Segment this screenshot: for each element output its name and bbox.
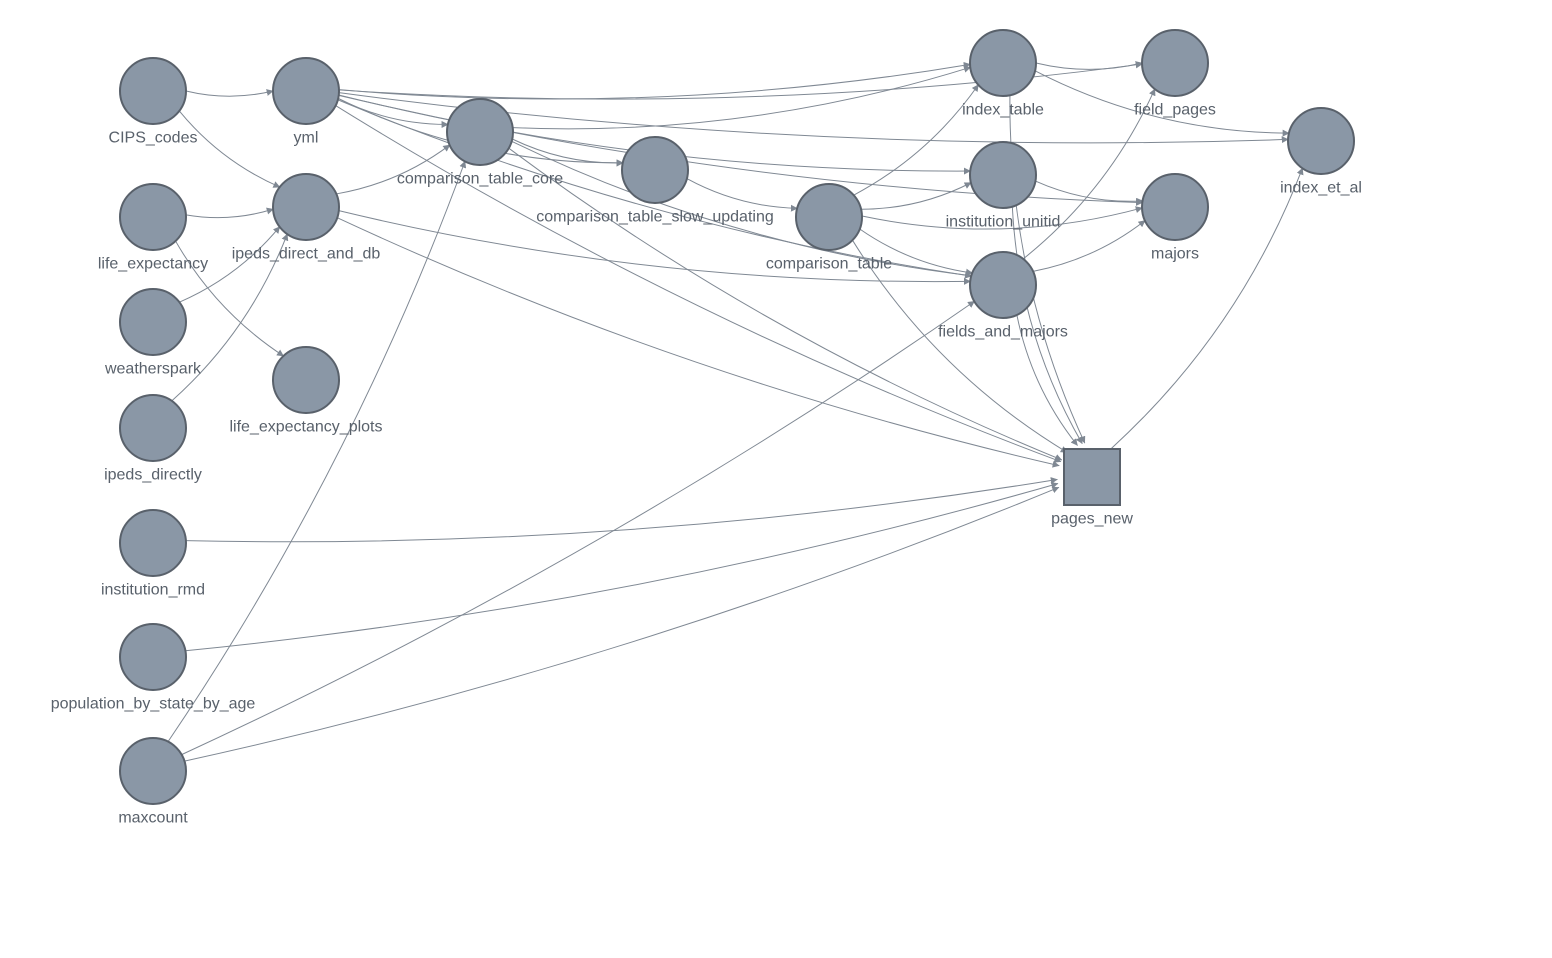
- node-life_expectancy[interactable]: life_expectancy: [98, 184, 208, 272]
- node-label-ipeds_directly: ipeds_directly: [104, 466, 202, 483]
- node-maxcount[interactable]: maxcount: [118, 738, 188, 826]
- node-shape-pages_new[interactable]: [1064, 449, 1120, 505]
- node-fields_and_majors[interactable]: fields_and_majors: [938, 252, 1068, 340]
- node-label-institution_rmd: institution_rmd: [101, 581, 205, 598]
- node-label-CIPS_codes: CIPS_codes: [109, 129, 198, 146]
- edge-institution_rmd-pages_new: [186, 479, 1057, 541]
- node-index_table[interactable]: index_table: [962, 30, 1044, 118]
- node-shape-CIPS_codes[interactable]: [120, 58, 186, 124]
- node-shape-ipeds_directly[interactable]: [120, 395, 186, 461]
- node-shape-population_by_state_by_age[interactable]: [120, 624, 186, 690]
- node-label-comparison_table: comparison_table: [766, 255, 892, 272]
- node-label-fields_and_majors: fields_and_majors: [938, 323, 1068, 340]
- node-shape-ipeds_direct_and_db[interactable]: [273, 174, 339, 240]
- node-ipeds_direct_and_db[interactable]: ipeds_direct_and_db: [232, 174, 381, 262]
- node-shape-weatherspark[interactable]: [120, 289, 186, 355]
- node-label-population_by_state_by_age: population_by_state_by_age: [51, 695, 256, 712]
- node-label-comparison_table_core: comparison_table_core: [397, 170, 563, 187]
- node-life_expectancy_plots[interactable]: life_expectancy_plots: [230, 347, 383, 435]
- node-shape-comparison_table_slow_updating[interactable]: [622, 137, 688, 203]
- node-shape-index_et_al[interactable]: [1288, 108, 1354, 174]
- node-comparison_table_slow_updating[interactable]: comparison_table_slow_updating: [536, 137, 774, 225]
- node-label-weatherspark: weatherspark: [104, 360, 202, 377]
- node-label-index_et_al: index_et_al: [1280, 179, 1362, 196]
- node-CIPS_codes[interactable]: CIPS_codes: [109, 58, 198, 146]
- node-shape-yml[interactable]: [273, 58, 339, 124]
- node-shape-comparison_table_core[interactable]: [447, 99, 513, 165]
- node-label-majors: majors: [1151, 245, 1199, 262]
- node-label-index_table: index_table: [962, 101, 1044, 118]
- node-label-maxcount: maxcount: [118, 809, 188, 826]
- edge-comparison_table_slow_updating-comparison_table: [687, 179, 797, 209]
- node-yml[interactable]: yml: [273, 58, 339, 146]
- node-shape-index_table[interactable]: [970, 30, 1036, 96]
- node-shape-maxcount[interactable]: [120, 738, 186, 804]
- edge-life_expectancy-ipeds_direct_and_db: [186, 209, 273, 217]
- edges-layer: [168, 63, 1302, 761]
- node-shape-fields_and_majors[interactable]: [970, 252, 1036, 318]
- node-comparison_table_core[interactable]: comparison_table_core: [397, 99, 563, 187]
- node-label-comparison_table_slow_updating: comparison_table_slow_updating: [536, 208, 774, 225]
- node-label-life_expectancy_plots: life_expectancy_plots: [230, 418, 383, 435]
- node-comparison_table[interactable]: comparison_table: [766, 184, 892, 272]
- edge-yml-pages_new: [336, 106, 1061, 462]
- edge-population_by_state_by_age-pages_new: [185, 484, 1057, 651]
- edge-CIPS_codes-ipeds_direct_and_db: [179, 111, 279, 187]
- node-shape-majors[interactable]: [1142, 174, 1208, 240]
- node-label-pages_new: pages_new: [1051, 510, 1133, 527]
- node-shape-comparison_table[interactable]: [796, 184, 862, 250]
- node-majors[interactable]: majors: [1142, 174, 1208, 262]
- node-institution_rmd[interactable]: institution_rmd: [101, 510, 205, 598]
- nodes-layer: CIPS_codes yml life_expectancy weatherspark…: [51, 30, 1362, 826]
- node-population_by_state_by_age[interactable]: population_by_state_by_age: [51, 624, 256, 712]
- edge-CIPS_codes-yml: [186, 91, 273, 96]
- node-label-yml: yml: [294, 129, 319, 146]
- node-label-field_pages: field_pages: [1134, 101, 1216, 118]
- edge-comparison_table-institution_unitid: [861, 183, 971, 210]
- node-label-institution_unitid: institution_unitid: [946, 213, 1061, 230]
- dependency-graph: CIPS_codes yml life_expectancy weatherspark…: [0, 0, 1552, 958]
- edge-index_table-field_pages: [1036, 63, 1142, 69]
- node-label-life_expectancy: life_expectancy: [98, 255, 208, 272]
- edge-ipeds_direct_and_db-pages_new: [337, 218, 1059, 466]
- node-index_et_al[interactable]: index_et_al: [1280, 108, 1362, 196]
- node-label-ipeds_direct_and_db: ipeds_direct_and_db: [232, 245, 381, 262]
- node-shape-life_expectancy[interactable]: [120, 184, 186, 250]
- node-shape-institution_unitid[interactable]: [970, 142, 1036, 208]
- edge-maxcount-pages_new: [184, 487, 1058, 761]
- node-shape-life_expectancy_plots[interactable]: [273, 347, 339, 413]
- node-ipeds_directly[interactable]: ipeds_directly: [104, 395, 202, 483]
- edge-yml-comparison_table_core: [338, 99, 448, 125]
- node-field_pages[interactable]: field_pages: [1134, 30, 1216, 118]
- node-shape-institution_rmd[interactable]: [120, 510, 186, 576]
- node-shape-field_pages[interactable]: [1142, 30, 1208, 96]
- node-weatherspark[interactable]: weatherspark: [104, 289, 202, 377]
- node-pages_new[interactable]: pages_new: [1051, 449, 1133, 527]
